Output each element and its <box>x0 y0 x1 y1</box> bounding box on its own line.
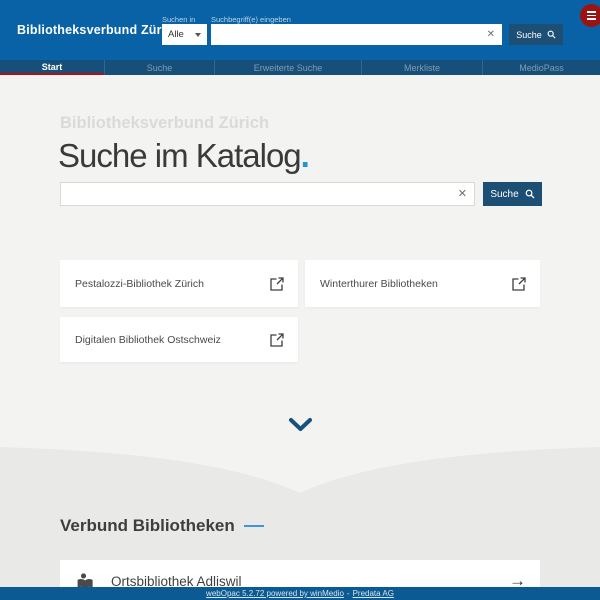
title-accent-dot: . <box>300 137 310 174</box>
header-search-input[interactable] <box>211 24 480 45</box>
webopac-page: Bibliotheksverbund Zürich Suchen in Alle… <box>0 0 600 600</box>
main-navigation: Start Suche Erweiterte Suche Merkliste M… <box>0 60 600 75</box>
hero-subtitle: Bibliotheksverbund Zürich <box>60 114 270 132</box>
external-library-card-pestalozzi[interactable]: Pestalozzi-Bibliothek Zürich <box>60 260 298 307</box>
catalog-search-input[interactable] <box>61 183 451 205</box>
catalog-search-button[interactable]: Suche <box>483 182 542 206</box>
footer-webopac-link[interactable]: webOpac 5.2.72 powered by winMedio <box>206 589 344 598</box>
chevron-down-icon <box>195 32 201 37</box>
tab-start[interactable]: Start <box>0 60 105 75</box>
hamburger-menu-icon <box>587 11 596 13</box>
book-wave-divider <box>0 447 600 493</box>
tab-mediopass[interactable]: MedioPass <box>483 60 600 75</box>
search-icon <box>547 30 556 39</box>
header-search-field: ✕ <box>211 24 502 45</box>
search-in-label: Suchen in <box>162 15 196 24</box>
search-in-select[interactable]: Alle <box>162 24 207 45</box>
heading-accent-dash <box>243 524 264 528</box>
clear-input-icon[interactable]: ✕ <box>480 24 502 45</box>
hamburger-menu-button[interactable] <box>580 4 600 27</box>
external-link-icon <box>270 332 284 347</box>
card-label: Pestalozzi-Bibliothek Zürich <box>75 277 204 290</box>
site-logo: Bibliotheksverbund Zürich <box>17 23 181 37</box>
footer-predata-link[interactable]: Predata AG <box>353 589 394 598</box>
tab-erweiterte-suche[interactable]: Erweiterte Suche <box>215 60 362 75</box>
card-label: Winterthurer Bibliotheken <box>320 277 438 290</box>
search-in-selected-value: Alle <box>168 29 184 40</box>
external-link-icon <box>512 276 526 291</box>
search-term-label: Suchbegriff(e) eingeben <box>211 15 291 24</box>
catalog-search-button-label: Suche <box>490 188 519 200</box>
footer-separator: - <box>346 589 350 598</box>
clear-input-icon[interactable]: ✕ <box>451 183 474 205</box>
external-link-icon <box>270 276 284 291</box>
footer-bar: webOpac 5.2.72 powered by winMedio - Pre… <box>0 587 600 600</box>
tab-merkliste[interactable]: Merkliste <box>362 60 483 75</box>
page-title: Suche im Katalog. <box>58 137 310 174</box>
search-icon <box>525 189 535 199</box>
header-search-button[interactable]: Suche <box>509 24 563 45</box>
external-library-card-ostschweiz[interactable]: Digitalen Bibliothek Ostschweiz <box>60 317 298 362</box>
header-search-button-label: Suche <box>516 29 542 40</box>
tab-suche[interactable]: Suche <box>105 60 215 75</box>
card-label: Digitalen Bibliothek Ostschweiz <box>75 333 221 346</box>
external-library-card-winterthur[interactable]: Winterthurer Bibliotheken <box>305 260 540 307</box>
app-header: Bibliotheksverbund Zürich Suchen in Alle… <box>0 0 600 60</box>
verbund-bibliotheken-heading: Verbund Bibliotheken <box>60 516 264 536</box>
catalog-search-field: ✕ <box>60 182 475 206</box>
scroll-down-chevron-icon[interactable] <box>288 417 313 433</box>
